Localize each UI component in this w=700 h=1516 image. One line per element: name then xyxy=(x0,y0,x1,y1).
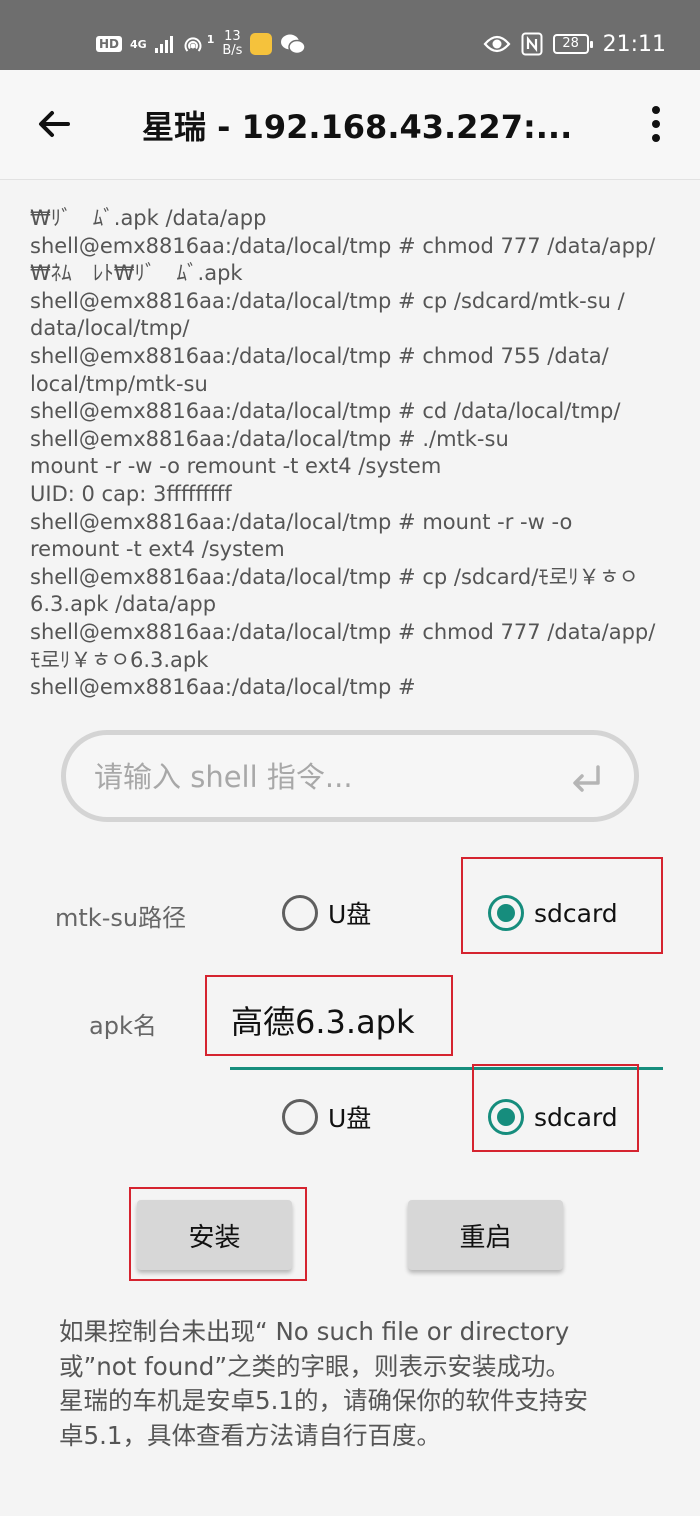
console-line: shell@emx8816aa:/data/local/tmp # xyxy=(30,675,416,700)
console-line: shell@emx8816aa:/data/local/tmp # chmod … xyxy=(30,233,656,258)
console-line: mount -r -w -o remount -t ext4 /system xyxy=(30,454,442,479)
network-type: 4G xyxy=(130,37,147,51)
radio-unchecked-icon xyxy=(282,1099,318,1135)
apk-udisk-radio[interactable]: U盘 xyxy=(282,1099,371,1135)
mtk-su-udisk-radio[interactable]: U盘 xyxy=(282,895,371,931)
status-bar: HD 4G 1 13 B/s 28 21:11 xyxy=(0,0,700,70)
app-bar: 星瑞 - 192.168.43.227:... xyxy=(0,70,700,180)
console-line: ₩ﾈﾑ ﾚﾄ₩ﾘﾞ ﾑﾞ.apk xyxy=(30,261,243,286)
console-line: shell@emx8816aa:/data/local/tmp # chmod … xyxy=(30,619,656,644)
net-speed: 13 B/s xyxy=(222,30,242,58)
back-arrow-icon[interactable] xyxy=(30,100,78,148)
highlight-box xyxy=(129,1187,307,1281)
status-right: 28 21:11 xyxy=(483,28,666,60)
console-line: shell@emx8816aa:/data/local/tmp # mount … xyxy=(30,509,573,534)
console-line: ﾓ로ﾘ￥ㅎㅇ6.3.apk xyxy=(30,647,209,672)
hotspot-count: 1 xyxy=(206,32,215,46)
notes-app-icon xyxy=(250,33,273,55)
console-line: shell@emx8816aa:/data/local/tmp # chmod … xyxy=(30,343,609,368)
console-line: shell@emx8816aa:/data/local/tmp # cp /sd… xyxy=(30,564,639,589)
note-line: 卓5.1，具体查看方法请自行百度。 xyxy=(59,1420,441,1450)
clock: 21:11 xyxy=(602,31,666,57)
radio-label: U盘 xyxy=(328,1104,372,1133)
mtk-su-path-label: mtk-su路径 xyxy=(55,904,187,932)
status-left: HD 4G 1 13 B/s xyxy=(96,26,307,62)
highlight-box xyxy=(472,1064,639,1152)
hd-badge: HD xyxy=(96,36,123,52)
battery-icon: 28 xyxy=(552,34,593,54)
shell-input-box xyxy=(61,730,639,822)
wechat-icon xyxy=(281,34,307,55)
console-output: ₩ﾘﾞ ﾑﾞ.apk /data/app shell@emx8816aa:/da… xyxy=(30,205,680,702)
eye-icon xyxy=(483,35,511,53)
nfc-icon xyxy=(521,32,543,56)
net-speed-value: 13 xyxy=(224,29,241,44)
reboot-button[interactable]: 重启 xyxy=(408,1200,563,1270)
console-line: shell@emx8816aa:/data/local/tmp # ./mtk-… xyxy=(30,426,509,451)
enter-key-icon[interactable] xyxy=(566,761,606,795)
console-line: shell@emx8816aa:/data/local/tmp # cp /sd… xyxy=(30,288,625,313)
more-vertical-icon[interactable] xyxy=(638,100,674,148)
radio-label: U盘 xyxy=(328,900,372,929)
page-title: 星瑞 - 192.168.43.227:... xyxy=(142,108,573,146)
console-line: ₩ﾘﾞ ﾑﾞ.apk /data/app xyxy=(30,206,267,230)
console-line: data/local/tmp/ xyxy=(30,316,190,341)
note-line: 星瑞的车机是安卓5.1的，请确保你的软件支持安 xyxy=(59,1386,588,1415)
signal-icon xyxy=(154,35,173,53)
highlight-box xyxy=(461,857,663,954)
console-line: shell@emx8816aa:/data/local/tmp # cd /da… xyxy=(30,399,621,424)
shell-command-input[interactable] xyxy=(94,755,554,799)
highlight-box xyxy=(205,975,453,1056)
radio-unchecked-icon xyxy=(282,895,318,931)
console-line: 6.3.apk /data/app xyxy=(30,592,217,617)
console-line: UID: 0 cap: 3fffffffff xyxy=(30,481,232,506)
console-line: local/tmp/mtk-su xyxy=(30,371,208,396)
hotspot-icon xyxy=(184,37,202,52)
net-speed-unit: B/s xyxy=(222,43,243,58)
apk-name-label: apk名 xyxy=(89,1012,157,1040)
note-line: 或”not found”之类的字眼，则表示安装成功。 xyxy=(59,1351,571,1381)
note-line: 如果控制台未出现“ No such file or directory xyxy=(59,1317,570,1346)
console-line: remount -t ext4 /system xyxy=(30,537,285,562)
install-note: 如果控制台未出现“ No such file or directory 或”no… xyxy=(59,1315,659,1453)
